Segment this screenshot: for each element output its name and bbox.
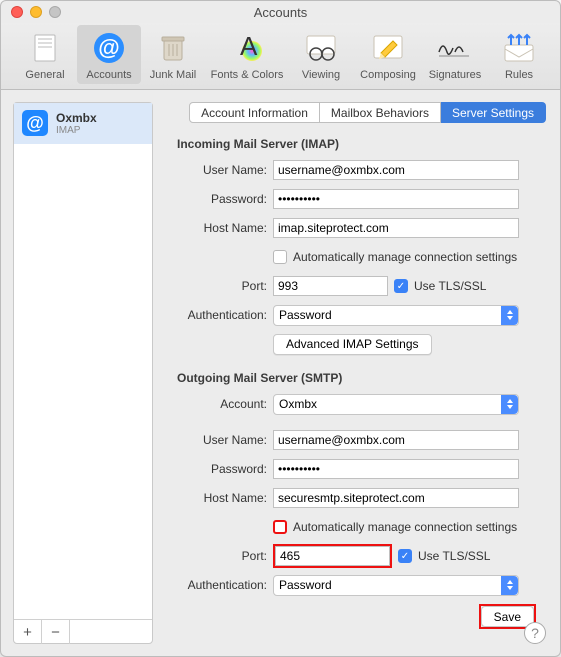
incoming-username-field[interactable]: [273, 160, 519, 180]
add-account-button[interactable]: +: [14, 620, 42, 644]
svg-text:@: @: [98, 35, 119, 60]
toolbar-rules[interactable]: Rules: [487, 25, 551, 84]
incoming-tls-checkbox[interactable]: ✓: [394, 279, 408, 293]
signature-icon: [435, 34, 475, 62]
tab-server-settings[interactable]: Server Settings: [441, 102, 546, 123]
toolbar-fonts[interactable]: A Fonts & Colors: [205, 25, 289, 84]
outgoing-section-title: Outgoing Mail Server (SMTP): [177, 371, 542, 385]
incoming-host-label: Host Name:: [171, 221, 273, 235]
incoming-host-field[interactable]: [273, 218, 519, 238]
outgoing-host-label: Host Name:: [171, 491, 273, 505]
incoming-section-title: Incoming Mail Server (IMAP): [177, 137, 542, 151]
save-button[interactable]: Save: [481, 606, 534, 627]
chevron-updown-icon: [501, 576, 518, 595]
outgoing-auto-checkbox[interactable]: [273, 520, 287, 534]
incoming-password-label: Password:: [171, 192, 273, 206]
incoming-username-label: User Name:: [171, 163, 273, 177]
incoming-auto-label: Automatically manage connection settings: [293, 250, 517, 264]
outgoing-username-field[interactable]: [273, 430, 519, 450]
outgoing-port-field[interactable]: [275, 546, 390, 566]
outgoing-port-label: Port:: [171, 549, 273, 563]
advanced-imap-button[interactable]: Advanced IMAP Settings: [273, 334, 432, 355]
account-type: IMAP: [56, 125, 97, 136]
settings-panel: Account Information Mailbox Behaviors Se…: [165, 102, 548, 644]
incoming-password-field[interactable]: [273, 189, 519, 209]
incoming-auto-checkbox[interactable]: [273, 250, 287, 264]
remove-account-button[interactable]: −: [42, 620, 70, 644]
tab-mailbox-behaviors[interactable]: Mailbox Behaviors: [320, 102, 441, 123]
outgoing-host-field[interactable]: [273, 488, 519, 508]
preferences-toolbar: General @ Accounts Junk Mail A Fonts & C…: [1, 23, 560, 90]
accounts-sidebar: @ Oxmbx IMAP + −: [13, 102, 153, 644]
chevron-updown-icon: [501, 395, 518, 414]
window-title: Accounts: [1, 5, 560, 20]
toolbar-composing[interactable]: Composing: [353, 25, 423, 84]
rules-icon: [501, 33, 537, 63]
at-icon: @: [22, 110, 48, 136]
outgoing-auto-label: Automatically manage connection settings: [293, 520, 517, 534]
sidebar-account-oxmbx[interactable]: @ Oxmbx IMAP: [14, 103, 152, 144]
toolbar-accounts[interactable]: @ Accounts: [77, 25, 141, 84]
toolbar-signatures[interactable]: Signatures: [423, 25, 487, 84]
outgoing-password-field[interactable]: [273, 459, 519, 479]
font-color-icon: A: [230, 31, 264, 65]
outgoing-tls-checkbox[interactable]: ✓: [398, 549, 412, 563]
incoming-port-label: Port:: [171, 279, 273, 293]
outgoing-username-label: User Name:: [171, 433, 273, 447]
outgoing-account-select[interactable]: Oxmbx: [273, 394, 519, 415]
outgoing-auth-label: Authentication:: [171, 578, 273, 592]
incoming-tls-label: Use TLS/SSL: [414, 279, 486, 293]
toolbar-viewing[interactable]: Viewing: [289, 25, 353, 84]
trash-icon: [158, 32, 188, 64]
outgoing-password-label: Password:: [171, 462, 273, 476]
general-icon: [31, 33, 59, 63]
titlebar: Accounts: [1, 1, 560, 23]
tab-account-information[interactable]: Account Information: [189, 102, 320, 123]
account-name: Oxmbx: [56, 111, 97, 125]
svg-text:A: A: [240, 31, 258, 61]
incoming-auth-select[interactable]: Password: [273, 305, 519, 326]
preferences-window: Accounts General @ Accounts Junk Mail A …: [0, 0, 561, 657]
glasses-icon: [304, 33, 338, 63]
help-button[interactable]: ?: [524, 622, 546, 644]
outgoing-account-label: Account:: [171, 397, 273, 411]
toolbar-general[interactable]: General: [13, 25, 77, 84]
settings-tabs: Account Information Mailbox Behaviors Se…: [189, 102, 546, 123]
outgoing-tls-label: Use TLS/SSL: [418, 549, 490, 563]
toolbar-junk[interactable]: Junk Mail: [141, 25, 205, 84]
pencil-icon: [371, 33, 405, 63]
at-icon: @: [92, 31, 126, 65]
outgoing-auth-select[interactable]: Password: [273, 575, 519, 596]
chevron-updown-icon: [501, 306, 518, 325]
incoming-port-field[interactable]: [273, 276, 388, 296]
incoming-auth-label: Authentication:: [171, 308, 273, 322]
